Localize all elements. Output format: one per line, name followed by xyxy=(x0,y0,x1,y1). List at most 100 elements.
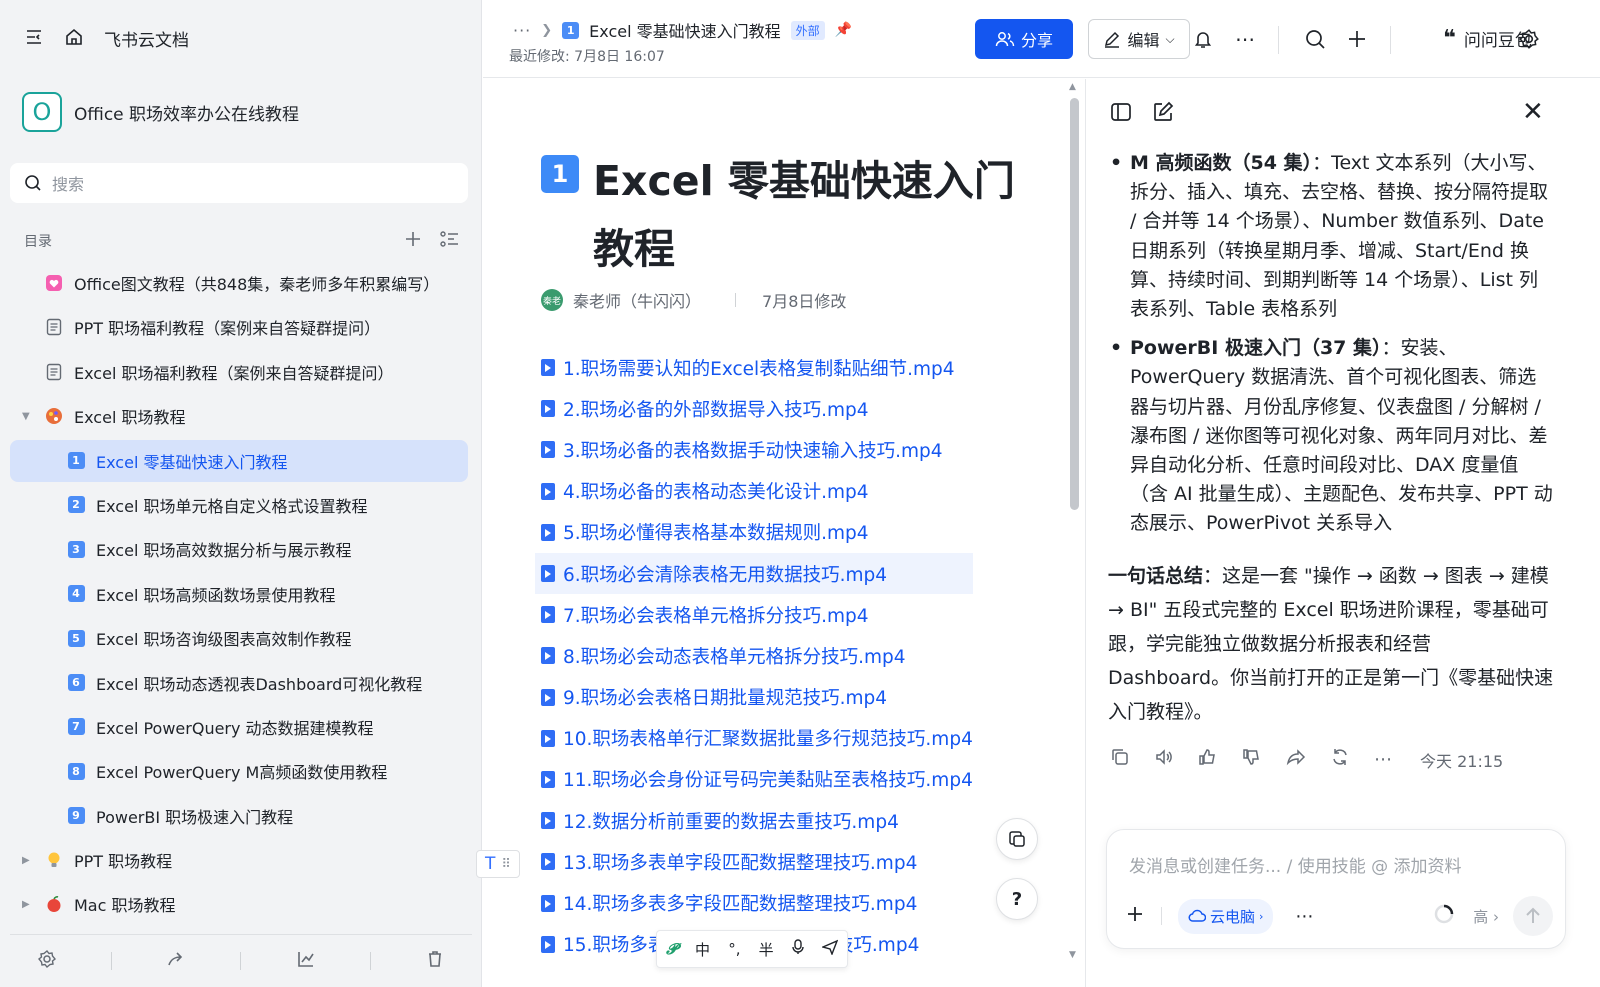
file-link[interactable]: 12.数据分析前重要的数据去重技巧.mp4 xyxy=(541,800,973,841)
pencil-icon xyxy=(1105,31,1120,48)
comments-icon xyxy=(1009,831,1025,847)
block-handle[interactable]: T ⠿ xyxy=(476,850,520,878)
collapse-arrow-icon[interactable]: ▶ xyxy=(22,855,36,866)
doc-scrollbar[interactable]: ▲ ▼ xyxy=(1067,82,1081,962)
author-name[interactable]: 秦老师（牛闪闪） xyxy=(573,288,701,312)
collapse-sidebar-icon[interactable] xyxy=(24,27,44,51)
file-name: 14.职场多表多字段匹配数据整理技巧.mp4 xyxy=(563,894,918,916)
plus-icon[interactable] xyxy=(1344,26,1370,52)
number-7-icon: 7 xyxy=(67,718,85,736)
file-link-highlighted[interactable]: 6.职场必会清除表格无用数据技巧.mp4 xyxy=(535,552,973,595)
tree-item-sub-1[interactable]: 1 Excel 零基础快速入门教程 xyxy=(10,439,468,482)
tree-item-sub-5[interactable]: 5 Excel 职场咨询级图表高效制作教程 xyxy=(10,617,468,659)
workspace[interactable]: O Office 职场效率办公在线教程 xyxy=(22,92,299,132)
add-attachment-icon[interactable] xyxy=(1125,904,1145,928)
tree-item-sub-6[interactable]: 6 Excel 职场动态透视表Dashboard可视化教程 xyxy=(10,662,468,704)
edit-mode-button[interactable]: 编辑 ⌵ xyxy=(1088,19,1190,59)
tree-item-sub-3[interactable]: 3 Excel 职场高效数据分析与展示教程 xyxy=(10,528,468,570)
more-tools-icon[interactable]: ⋯ xyxy=(1295,906,1313,927)
file-link[interactable]: 7.职场必会表格单元格拆分技巧.mp4 xyxy=(541,594,973,635)
file-link[interactable]: 14.职场多表多字段匹配数据整理技巧.mp4 xyxy=(541,882,973,923)
ime-logo-icon[interactable]: 𝓟 xyxy=(666,940,677,958)
cloud-pc-button[interactable]: 云电脑 › xyxy=(1178,898,1274,934)
breadcrumb-more-button[interactable]: ··· xyxy=(513,21,531,40)
more-options-icon[interactable]: ⋯ xyxy=(1374,749,1392,770)
tree-item-sub-4[interactable]: 4 Excel 职场高频函数场景使用教程 xyxy=(10,573,468,615)
home-icon[interactable] xyxy=(64,27,84,51)
scrollbar-thumb[interactable] xyxy=(1070,98,1079,510)
file-link[interactable]: 5.职场必懂得表格基本数据规则.mp4 xyxy=(541,512,973,553)
file-link[interactable]: 10.职场表格单行汇聚数据批量多行规范技巧.mp4 xyxy=(541,718,973,759)
tree-item-label: Excel 职场咨询级图表高效制作教程 xyxy=(96,630,352,650)
new-chat-icon[interactable] xyxy=(1152,101,1174,127)
file-link[interactable]: 13.职场多表单字段匹配数据整理技巧.mp4 xyxy=(541,841,973,882)
tree-item-label: Excel PowerQuery M高频函数使用教程 xyxy=(96,763,388,783)
ime-punct-button[interactable]: °, xyxy=(728,940,740,958)
tree-item-ppt-benefits[interactable]: PPT 职场福利教程（案例来自答疑群提问） xyxy=(10,306,468,348)
tree-item-sub-9[interactable]: 9 PowerBI 职场极速入门教程 xyxy=(10,795,468,837)
file-link[interactable]: 3.职场必备的表格数据手动快速输入技巧.mp4 xyxy=(541,429,973,470)
users-icon xyxy=(995,32,1015,47)
ime-lang-button[interactable]: 中 xyxy=(695,939,710,960)
file-link[interactable]: 11.职场必会身份证号码完美黏贴至表格技巧.mp4 xyxy=(541,759,973,800)
comments-button[interactable] xyxy=(996,818,1038,860)
regenerate-icon[interactable] xyxy=(1330,747,1350,772)
brand-name[interactable]: 飞书云文档 xyxy=(104,26,189,51)
level-selector[interactable]: 高 › xyxy=(1473,906,1499,927)
bullet-heading: PowerBI 极速入门（37 集） xyxy=(1130,337,1382,360)
forward-icon[interactable] xyxy=(1286,747,1306,772)
more-options-icon[interactable]: ⋯ xyxy=(1232,26,1258,52)
trash-icon[interactable] xyxy=(425,949,445,973)
tree-item-mac-tutorials[interactable]: ▶ Mac 职场教程 xyxy=(10,883,468,925)
panel-layout-icon[interactable] xyxy=(1110,101,1132,127)
tree-item-sub-7[interactable]: 7 Excel PowerQuery 动态数据建模教程 xyxy=(10,706,468,748)
file-link[interactable]: 4.职场必备的表格动态美化设计.mp4 xyxy=(541,471,973,512)
ime-width-button[interactable]: 半 xyxy=(759,939,774,960)
close-icon[interactable]: ✕ xyxy=(1522,97,1544,127)
doc-modified: 7月8日修改 xyxy=(762,292,847,311)
tree-item-excel-benefits[interactable]: Excel 职场福利教程（案例来自答疑群提问） xyxy=(10,351,468,393)
add-icon[interactable] xyxy=(404,230,422,252)
tree-item-label: Excel 职场高效数据分析与展示教程 xyxy=(96,541,352,561)
file-link[interactable]: 2.职场必备的外部数据导入技巧.mp4 xyxy=(541,388,973,429)
file-link[interactable]: 8.职场必会动态表格单元格拆分技巧.mp4 xyxy=(541,635,973,676)
file-link[interactable]: 9.职场必会表格日期批量规范技巧.mp4 xyxy=(541,677,973,718)
send-arrow-icon[interactable] xyxy=(820,939,839,959)
settings-icon[interactable] xyxy=(37,949,57,973)
tree-item-ppt-tutorials[interactable]: ▶ PPT 职场教程 xyxy=(10,839,468,881)
file-name: 1.职场需要认知的Excel表格复制黏贴细节.mp4 xyxy=(563,358,955,380)
doc-title-breadcrumb[interactable]: Excel 零基础快速入门教程 xyxy=(589,18,780,42)
share-out-icon[interactable] xyxy=(166,949,186,973)
outline-toggle-icon[interactable] xyxy=(440,230,460,252)
video-file-icon xyxy=(541,359,555,377)
chat-composer[interactable]: 发消息或创建任务... / 使用技能 @ 添加资料 云电脑 › ⋯ 高 › xyxy=(1106,829,1566,949)
analytics-icon[interactable] xyxy=(296,949,316,973)
ai-summary: 一句话总结：这是一套 "操作 → 函数 → 图表 → 建模 → BI" 五段式完… xyxy=(1108,559,1554,729)
page-title-text[interactable]: Excel 零基础快速入门教程 xyxy=(593,147,1041,283)
page-title: 1 Excel 零基础快速入门教程 xyxy=(541,147,1041,283)
workspace-name: Office 职场效率办公在线教程 xyxy=(74,104,300,125)
tree-item-sub-8[interactable]: 8 Excel PowerQuery M高频函数使用教程 xyxy=(10,750,468,792)
help-button[interactable]: ? xyxy=(996,878,1038,920)
copy-icon[interactable] xyxy=(1110,747,1130,772)
search-input[interactable]: 搜索 xyxy=(10,163,468,203)
pin-icon[interactable]: 📌 xyxy=(835,22,852,38)
expand-arrow-icon[interactable]: ▼ xyxy=(22,411,36,422)
send-button[interactable] xyxy=(1513,896,1553,936)
number-3-icon: 3 xyxy=(67,540,85,558)
thumbs-up-icon[interactable] xyxy=(1198,747,1218,772)
collapse-arrow-icon[interactable]: ▶ xyxy=(22,899,36,910)
thumbs-down-icon[interactable] xyxy=(1242,747,1262,772)
search-icon[interactable] xyxy=(1302,26,1328,52)
tree-item-sub-2[interactable]: 2 Excel 职场单元格自定义格式设置教程 xyxy=(10,484,468,526)
file-link[interactable]: 1.职场需要认知的Excel表格复制黏贴细节.mp4 xyxy=(541,347,973,388)
share-button[interactable]: 分享 xyxy=(975,19,1073,59)
avatar[interactable]: 秦老 xyxy=(541,289,563,311)
gear-icon[interactable] xyxy=(1516,26,1542,52)
bell-icon[interactable] xyxy=(1190,26,1216,52)
speaker-icon[interactable] xyxy=(1154,747,1174,772)
microphone-icon[interactable] xyxy=(792,939,804,959)
file-name: 9.职场必会表格日期批量规范技巧.mp4 xyxy=(563,688,888,710)
tree-item-excel-tutorials[interactable]: ▼ Excel 职场教程 xyxy=(10,395,468,437)
tree-item-office-tutorials[interactable]: Office图文教程（共848集，秦老师多年积累编写） xyxy=(10,262,468,304)
